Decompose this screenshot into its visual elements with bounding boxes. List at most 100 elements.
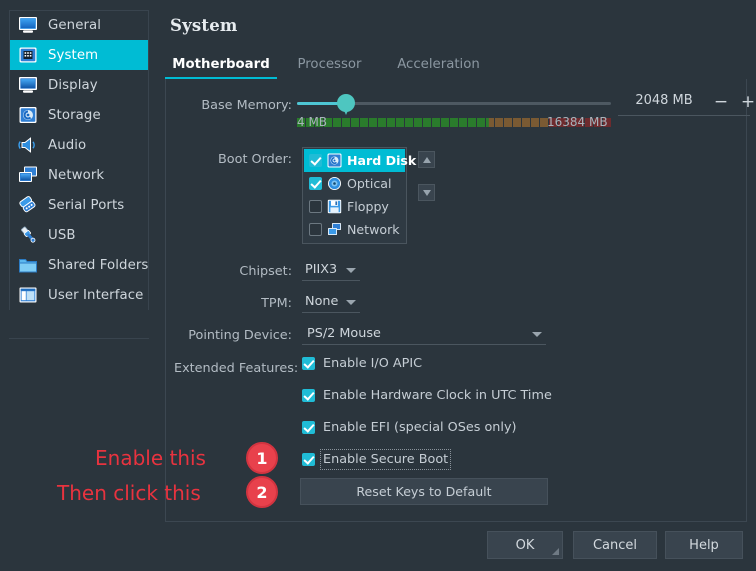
chevron-down-icon: [532, 331, 542, 337]
hard-disk-icon: [327, 153, 342, 168]
tab-label: Motherboard: [172, 57, 270, 72]
boot-order-item-hard-disk[interactable]: Hard Disk: [304, 149, 416, 172]
speaker-icon: [17, 134, 39, 156]
tab-bar: Motherboard Processor Acceleration: [157, 50, 756, 79]
checkbox-label: Enable Hardware Clock in UTC Time: [323, 388, 552, 403]
annotation-badge-1: 1: [246, 442, 278, 474]
slider-handle-tip: [342, 106, 350, 115]
sidebar-item-user-interface[interactable]: User Interface: [10, 280, 148, 310]
usb-icon: [17, 224, 39, 246]
sidebar-item-label: General: [48, 17, 102, 33]
monitor-icon: [17, 14, 39, 36]
arrow-up-icon: [422, 156, 431, 163]
arrow-down-icon: [422, 189, 431, 196]
sidebar-item-system[interactable]: System: [10, 40, 148, 70]
chipset-dropdown[interactable]: PIIX3: [302, 259, 360, 281]
serial-port-icon: [17, 194, 39, 216]
boot-order-item-floppy[interactable]: Floppy: [304, 195, 405, 218]
checkbox-label: Enable Secure Boot: [319, 449, 452, 470]
base-memory-increment-button[interactable]: +: [738, 92, 756, 112]
help-button-label: Help: [689, 537, 719, 553]
tpm-dropdown[interactable]: None: [302, 291, 360, 313]
network-icon: [17, 164, 39, 186]
sidebar-item-label: Shared Folders: [48, 257, 149, 273]
extended-features-label: Extended Features:: [174, 361, 299, 376]
checkbox-enable-hardware-clock-utc[interactable]: Enable Hardware Clock in UTC Time: [302, 388, 552, 403]
annotation-text-1: Enable this: [95, 446, 206, 470]
base-memory-field-underline: [618, 115, 750, 116]
checkbox[interactable]: [302, 453, 315, 466]
sidebar-item-label: System: [48, 47, 99, 63]
network-boot-icon: [327, 222, 342, 237]
system-chip-icon: [17, 44, 39, 66]
checkbox[interactable]: [309, 200, 322, 213]
boot-order-item-label: Floppy: [347, 199, 389, 214]
sidebar-item-label: Network: [48, 167, 105, 183]
checkbox[interactable]: [309, 154, 322, 167]
boot-order-item-label: Optical: [347, 176, 392, 191]
boot-order-list[interactable]: Hard Disk Optical Floppy Network: [302, 147, 416, 244]
checkbox[interactable]: [302, 389, 315, 402]
ok-button-label: OK: [515, 537, 535, 553]
annotation-badge-2: 2: [246, 476, 278, 508]
checkbox[interactable]: [302, 421, 315, 434]
user-interface-icon: [17, 284, 39, 306]
sidebar-item-label: Storage: [48, 107, 101, 123]
boot-order-label: Boot Order:: [218, 152, 292, 167]
boot-order-item-label: Network: [347, 222, 400, 237]
boot-order-item-label: Hard Disk: [347, 153, 417, 168]
base-memory-value[interactable]: 2048 MB: [620, 93, 708, 108]
checkbox-label: Enable EFI (special OSes only): [323, 420, 517, 435]
pointing-device-dropdown[interactable]: PS/2 Mouse: [302, 323, 546, 345]
page-title: System: [170, 16, 238, 35]
storage-disk-icon: [17, 104, 39, 126]
default-button-indicator-icon: [552, 548, 559, 555]
checkbox-enable-secure-boot[interactable]: Enable Secure Boot: [302, 449, 452, 470]
tab-label: Processor: [297, 57, 362, 72]
cancel-button[interactable]: Cancel: [573, 531, 657, 559]
chevron-down-icon: [346, 299, 356, 305]
tab-acceleration[interactable]: Acceleration: [382, 50, 495, 79]
checkbox-enable-efi[interactable]: Enable EFI (special OSes only): [302, 420, 517, 435]
tab-motherboard[interactable]: Motherboard: [165, 50, 277, 79]
ok-button[interactable]: OK: [487, 531, 563, 559]
sidebar-item-audio[interactable]: Audio: [10, 130, 148, 160]
base-memory-max-label: 16384 MB: [547, 115, 608, 129]
boot-order-move-down-button[interactable]: [418, 184, 435, 201]
help-button[interactable]: Help: [665, 531, 743, 559]
sidebar-item-usb[interactable]: USB: [10, 220, 148, 250]
chipset-value: PIIX3: [305, 262, 338, 277]
sidebar-item-label: Display: [48, 77, 98, 93]
sidebar-item-serial-ports[interactable]: Serial Ports: [10, 190, 148, 220]
boot-order-item-optical[interactable]: Optical: [304, 172, 405, 195]
checkbox[interactable]: [302, 357, 315, 370]
slider-handle[interactable]: [337, 94, 355, 116]
sidebar-item-storage[interactable]: Storage: [10, 100, 148, 130]
pointing-device-value: PS/2 Mouse: [307, 326, 381, 341]
sidebar-item-label: Serial Ports: [48, 197, 125, 213]
boot-order-item-network[interactable]: Network: [304, 218, 405, 241]
checkbox[interactable]: [309, 223, 322, 236]
sidebar-item-list: General System Display Storage Audio Net…: [9, 10, 149, 310]
checkbox-label: Enable I/O APIC: [323, 356, 423, 371]
sidebar-item-general[interactable]: General: [10, 10, 148, 40]
sidebar-item-shared-folders[interactable]: Shared Folders: [10, 250, 148, 280]
tpm-label: TPM:: [261, 296, 292, 311]
chevron-down-icon: [346, 267, 356, 273]
reset-keys-to-default-button[interactable]: Reset Keys to Default: [300, 478, 548, 505]
boot-order-move-up-button[interactable]: [418, 151, 435, 168]
pointing-device-label: Pointing Device:: [188, 328, 292, 343]
sidebar-item-label: User Interface: [48, 287, 144, 303]
tab-processor[interactable]: Processor: [281, 50, 378, 79]
checkbox-enable-io-apic[interactable]: Enable I/O APIC: [302, 356, 422, 371]
floppy-icon: [327, 199, 342, 214]
sidebar-item-network[interactable]: Network: [10, 160, 148, 190]
display-icon: [17, 74, 39, 96]
optical-disc-icon: [327, 176, 342, 191]
base-memory-min-label: 4 MB: [297, 115, 328, 129]
sidebar-frame-bottom-border: [9, 338, 149, 339]
checkbox[interactable]: [309, 177, 322, 190]
chipset-label: Chipset:: [239, 264, 292, 279]
sidebar-item-display[interactable]: Display: [10, 70, 148, 100]
base-memory-decrement-button[interactable]: −: [711, 92, 731, 112]
